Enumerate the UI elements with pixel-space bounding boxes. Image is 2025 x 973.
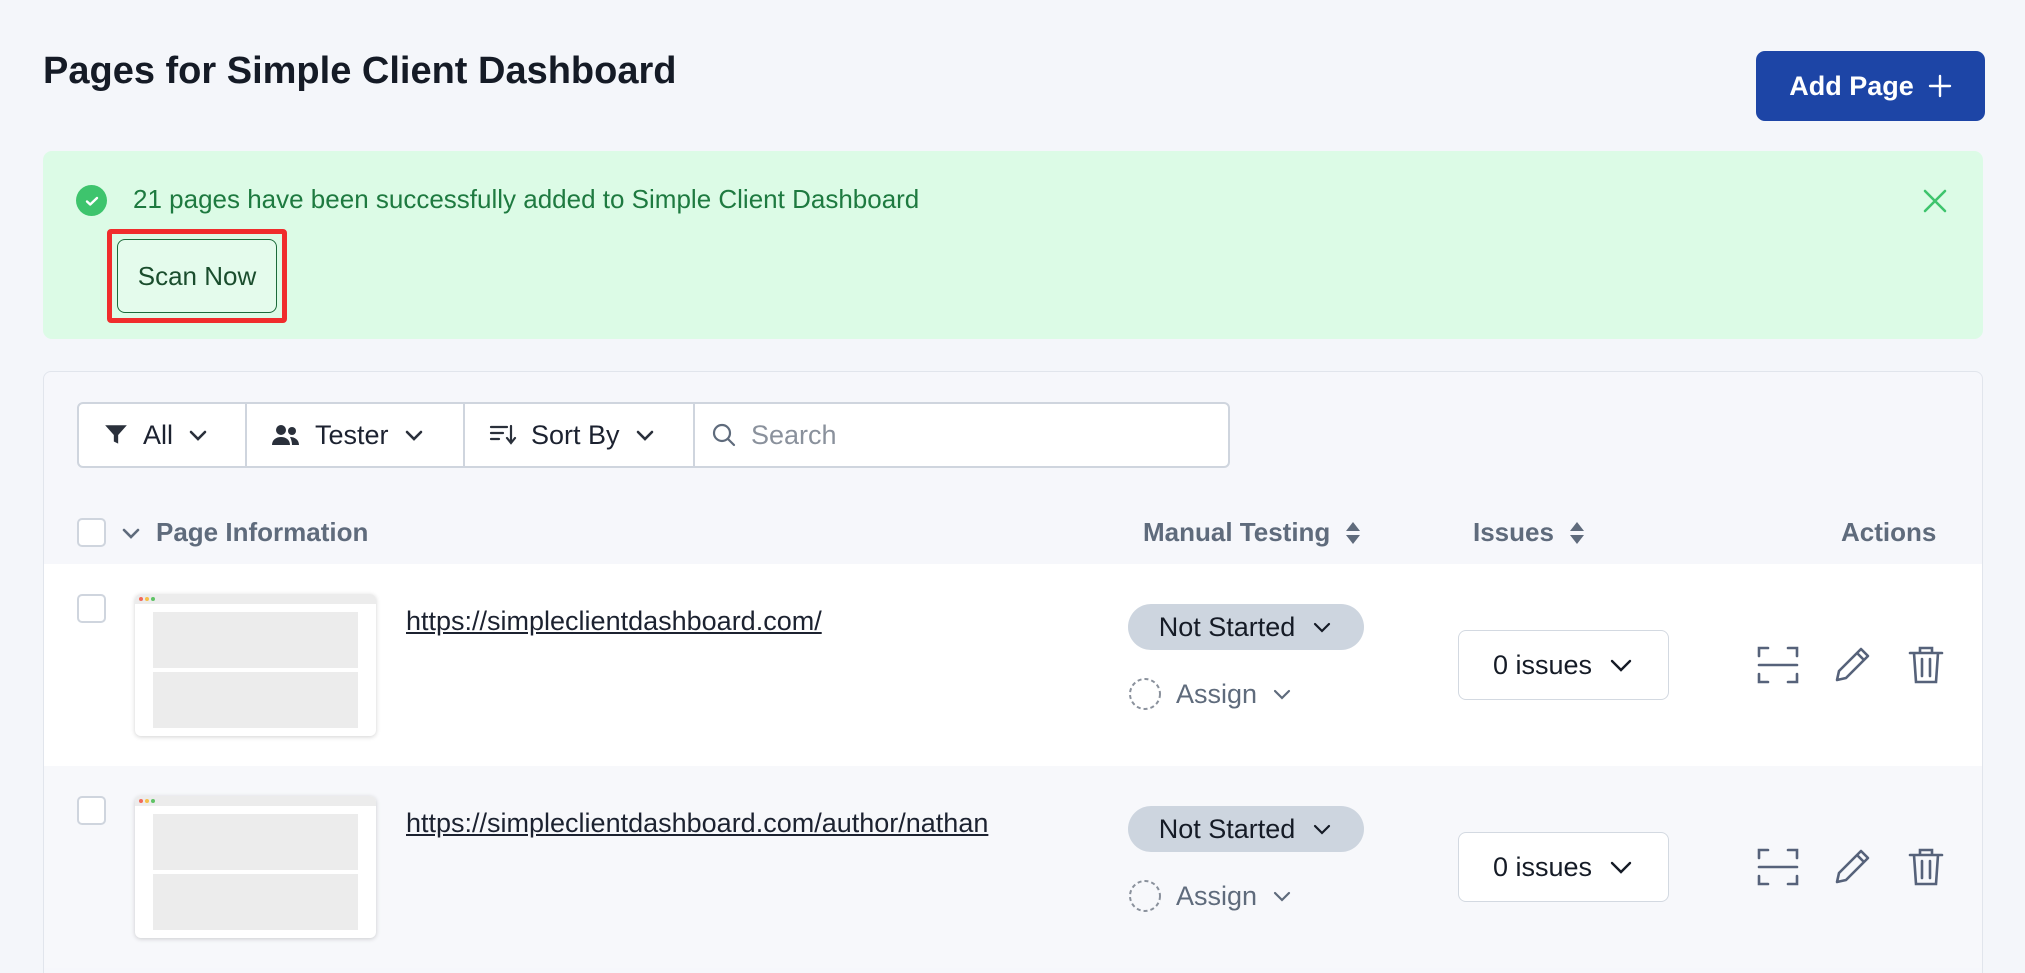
trash-icon[interactable] [1905, 644, 1947, 686]
plus-icon [1928, 74, 1951, 98]
select-all-checkbox[interactable] [77, 518, 106, 547]
assign-dropdown[interactable]: Assign [1128, 677, 1293, 711]
sort-arrows-icon [1569, 521, 1584, 544]
sort-by-dropdown[interactable]: Sort By [465, 404, 695, 466]
alert-message: 21 pages have been successfully added to… [133, 184, 920, 214]
filter-tester-dropdown[interactable]: Tester [247, 404, 465, 466]
chevron-down-icon[interactable] [120, 522, 142, 544]
status-label: Not Started [1158, 611, 1296, 642]
check-circle-icon [76, 185, 107, 216]
unassigned-avatar-icon [1129, 880, 1161, 912]
sort-by-label: Sort By [531, 419, 620, 450]
chevron-down-icon [1273, 689, 1291, 700]
filter-all-dropdown[interactable]: All [79, 404, 247, 466]
assign-dropdown[interactable]: Assign [1128, 879, 1293, 913]
row-checkbox[interactable] [77, 594, 106, 623]
search-field [695, 404, 1228, 466]
add-page-button[interactable]: Add Page [1756, 51, 1985, 121]
chevron-down-icon [1273, 891, 1291, 902]
column-issues[interactable]: Issues [1473, 517, 1586, 548]
issues-dropdown[interactable]: 0 issues [1458, 832, 1669, 902]
pencil-icon[interactable] [1831, 644, 1873, 686]
table-row: https://simpleclientdashboard.com/ Not S… [44, 564, 1982, 766]
page-title: Pages for Simple Client Dashboard [43, 50, 677, 92]
chevron-down-icon [1610, 861, 1632, 874]
chevron-down-icon [405, 430, 422, 441]
issues-dropdown[interactable]: 0 issues [1458, 630, 1669, 700]
users-icon [272, 425, 299, 445]
filter-tester-label: Tester [315, 419, 389, 450]
column-page-information: Page Information [77, 517, 368, 548]
issues-count: 0 issues [1492, 851, 1593, 882]
column-manual-testing[interactable]: Manual Testing [1143, 517, 1362, 548]
assign-label: Assign [1176, 880, 1258, 911]
page-url-link[interactable]: https://simpleclientdashboard.com/author… [406, 808, 988, 839]
trash-icon[interactable] [1905, 846, 1947, 888]
row-checkbox[interactable] [77, 796, 106, 825]
table-row: https://simpleclientdashboard.com/author… [44, 766, 1982, 968]
close-icon[interactable] [1921, 187, 1949, 215]
chevron-down-icon [636, 430, 653, 441]
success-alert: 21 pages have been successfully added to… [43, 151, 1983, 339]
page-url-link[interactable]: https://simpleclientdashboard.com/ [406, 606, 822, 637]
issues-count: 0 issues [1492, 649, 1593, 680]
manual-testing-status-dropdown[interactable]: Not Started [1128, 806, 1364, 852]
manual-testing-status-dropdown[interactable]: Not Started [1128, 604, 1364, 650]
scan-now-button[interactable]: Scan Now [117, 239, 277, 313]
column-page-information-label: Page Information [156, 517, 369, 547]
filter-icon [105, 425, 127, 444]
filter-bar: All Tester Sort By [77, 402, 1230, 468]
search-icon [712, 423, 736, 447]
pencil-icon[interactable] [1831, 846, 1873, 888]
filter-all-label: All [143, 419, 174, 450]
add-page-label: Add Page [1789, 70, 1914, 101]
chevron-down-icon [189, 430, 207, 441]
column-issues-label: Issues [1473, 517, 1554, 547]
search-input[interactable] [751, 419, 1191, 451]
assign-label: Assign [1176, 678, 1258, 709]
scan-icon[interactable] [1757, 846, 1799, 888]
chevron-down-icon [1314, 824, 1331, 835]
unassigned-avatar-icon [1129, 678, 1161, 710]
pages-table-card: All Tester Sort By Page Information Manu… [43, 371, 1983, 973]
column-actions-label: Actions [1841, 517, 1937, 547]
chevron-down-icon [1610, 659, 1632, 672]
sort-icon [489, 424, 517, 445]
scan-icon[interactable] [1757, 644, 1799, 686]
chevron-down-icon [1314, 622, 1331, 633]
sort-arrows-icon [1346, 521, 1361, 544]
status-label: Not Started [1158, 813, 1296, 844]
column-manual-testing-label: Manual Testing [1143, 517, 1331, 547]
page-thumbnail [135, 796, 376, 938]
page-thumbnail [135, 594, 376, 736]
column-actions: Actions [1841, 517, 1936, 548]
